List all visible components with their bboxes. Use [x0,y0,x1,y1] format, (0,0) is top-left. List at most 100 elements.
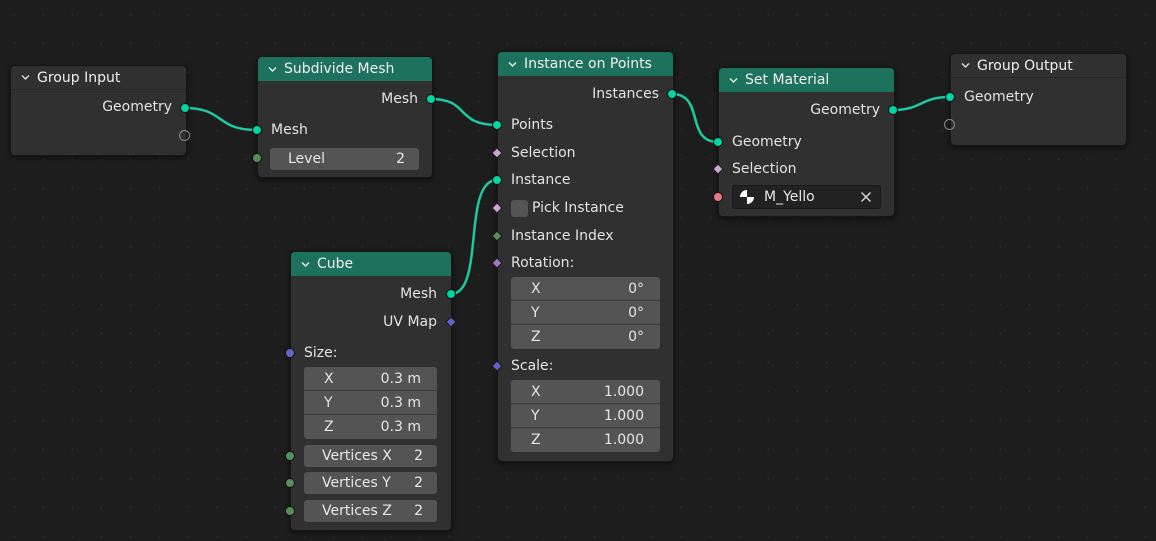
chevron-down-icon[interactable] [301,260,310,269]
link-set-material-to-group-output[interactable] [892,95,951,112]
level-field[interactable]: Level 2 [270,148,419,170]
link-cube-to-instance[interactable] [450,178,498,296]
output-socket-empty[interactable] [179,130,190,141]
node-header[interactable]: Instance on Points [498,52,673,76]
chevron-down-icon[interactable] [21,73,30,82]
input-socket-level[interactable] [252,153,262,163]
node-title: Instance on Points [524,56,652,72]
rotation-z-field[interactable]: Z 0° [511,325,660,349]
chevron-down-icon[interactable] [268,65,277,74]
axis-value: 0° [628,304,644,321]
rotation-y-field[interactable]: Y 0° [511,301,660,325]
field-label: Vertices Z [322,503,392,519]
axis-label: Y [531,304,540,321]
input-socket-points[interactable] [492,120,502,130]
axis-label: Y [324,394,333,411]
chevron-down-icon[interactable] [508,60,517,69]
link-subdivide-to-instance-points[interactable] [430,97,498,127]
input-selection-label: Selection [511,145,576,161]
node-subdivide-mesh[interactable]: Subdivide Mesh Mesh Mesh Level 2 [257,56,433,178]
close-icon[interactable] [860,191,872,203]
output-socket-geometry[interactable] [180,103,190,113]
axis-value: 0.3 m [380,394,421,411]
field-label: Vertices X [322,448,392,464]
output-socket-mesh[interactable] [446,289,456,299]
input-selection-label: Selection [732,161,797,177]
input-mesh-label: Mesh [271,122,308,138]
size-label: Size: [304,345,338,361]
axis-value: 0.3 m [380,419,421,435]
output-geometry-label: Geometry [102,99,172,115]
link-group-input-to-subdivide[interactable] [184,106,258,132]
axis-label: Z [324,419,334,435]
material-name: M_Yello [764,189,815,205]
material-selector[interactable]: M_Yello [732,185,881,209]
axis-label: X [324,370,334,387]
input-socket-size[interactable] [285,348,295,358]
node-title: Subdivide Mesh [284,61,395,77]
output-instances-label: Instances [592,86,659,102]
input-socket-vertices-x[interactable] [285,451,295,461]
node-group-input[interactable]: Group Input Geometry [10,65,187,156]
link-instances-to-set-material[interactable] [671,92,719,144]
input-socket-material[interactable] [713,192,723,202]
scale-y-field[interactable]: Y 1.000 [511,404,660,428]
output-socket-geometry[interactable] [888,105,898,115]
scale-x-field[interactable]: X 1.000 [511,380,660,404]
axis-value: 1.000 [603,432,644,448]
rotation-label: Rotation: [511,255,575,271]
node-set-material[interactable]: Set Material Geometry Geometry Selection… [718,67,895,217]
axis-value: 0.3 m [380,370,421,387]
scale-label: Scale: [511,358,554,374]
node-cube[interactable]: Cube Mesh UV Map Size: X 0.3 m Y 0.3 m Z 0.… [290,251,452,531]
input-socket-geometry[interactable] [713,137,723,147]
input-socket-instance[interactable] [492,175,502,185]
output-socket-mesh[interactable] [426,94,436,104]
input-instance-index-label: Instance Index [511,228,614,244]
node-header[interactable]: Group Output [951,54,1126,78]
size-vector-field[interactable]: X 0.3 m Y 0.3 m Z 0.3 m [304,367,437,439]
node-title: Group Output [977,57,1073,74]
input-socket-vertices-z[interactable] [285,506,295,516]
node-header[interactable]: Cube [291,252,451,276]
vertices-y-field[interactable]: Vertices Y 2 [304,472,437,494]
input-points-label: Points [511,117,554,133]
size-z-field[interactable]: Z 0.3 m [304,415,437,439]
input-socket-mesh[interactable] [252,125,262,135]
field-value: 2 [414,475,423,491]
axis-value: 1.000 [603,383,644,400]
chevron-down-icon[interactable] [961,61,970,70]
axis-value: 0° [628,329,644,345]
field-value: 2 [396,151,405,167]
size-x-field[interactable]: X 0.3 m [304,367,437,391]
scale-vector-field[interactable]: X 1.000 Y 1.000 Z 1.000 [511,380,660,452]
node-title: Cube [317,256,354,272]
node-header[interactable]: Subdivide Mesh [258,57,432,81]
node-group-output[interactable]: Group Output Geometry [950,53,1127,146]
input-pick-instance-label: Pick Instance [532,200,624,216]
scale-z-field[interactable]: Z 1.000 [511,428,660,452]
output-uv-map-label: UV Map [383,314,437,330]
node-header[interactable]: Group Input [11,66,186,90]
axis-value: 0° [628,280,644,297]
rotation-x-field[interactable]: X 0° [511,277,660,301]
axis-value: 1.000 [603,407,644,424]
field-value: 2 [414,503,423,519]
node-instance-on-points[interactable]: Instance on Points Instances Points Sele… [497,51,674,462]
vertices-x-field[interactable]: Vertices X 2 [304,445,437,467]
axis-label: Z [531,432,541,448]
field-label: Level [288,151,325,167]
pick-instance-checkbox[interactable] [511,200,528,217]
chevron-down-icon[interactable] [729,76,738,85]
rotation-vector-field[interactable]: X 0° Y 0° Z 0° [511,277,660,349]
input-socket-empty[interactable] [944,119,955,130]
output-socket-instances[interactable] [667,89,677,99]
vertices-z-field[interactable]: Vertices Z 2 [304,500,437,522]
input-socket-geometry[interactable] [945,92,955,102]
output-mesh-label: Mesh [381,91,418,107]
node-header[interactable]: Set Material [719,68,894,92]
axis-label: Z [531,329,541,345]
size-y-field[interactable]: Y 0.3 m [304,391,437,415]
input-socket-vertices-y[interactable] [285,478,295,488]
field-value: 2 [414,448,423,464]
